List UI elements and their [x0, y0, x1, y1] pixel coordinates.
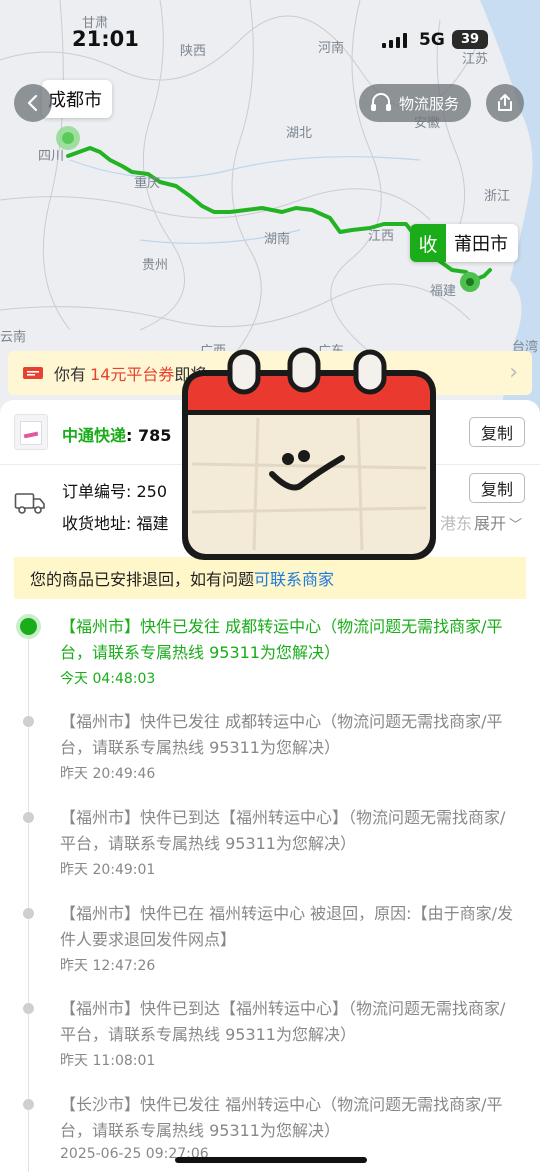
map-label-zhejiang: 浙江: [484, 189, 511, 204]
home-indicator: [175, 1157, 367, 1163]
destination-city-label: 莆田市: [454, 234, 508, 255]
coupon-amount: 14元平台券: [90, 365, 175, 384]
map-label-hunan: 湖南: [264, 232, 291, 247]
courier-name: 中通快递: [62, 426, 127, 445]
timeline-dot: [23, 1099, 34, 1110]
calendar-sticker-icon: [182, 347, 436, 560]
event-description: 【福州市】快件已发往 成都转运中心（物流问题无需找商家/平台，请联系专属热线 9…: [60, 617, 503, 662]
map-label-yunnan: 云南: [0, 330, 27, 345]
event-time: 昨天 20:49:46: [60, 766, 156, 782]
back-button[interactable]: [14, 84, 52, 122]
map-label-guizhou: 贵州: [142, 258, 169, 273]
timeline-event: 【福州市】快件已发往 成都转运中心（物流问题无需找商家/平台，请联系专属热线 9…: [60, 614, 520, 688]
timeline-event: 【福州市】快件已在 福州转运中心 被退回，原因:【由于商家/发件人要求退回发件网…: [60, 901, 520, 975]
share-button[interactable]: [486, 84, 524, 122]
timeline-dot-current: [20, 618, 37, 635]
truck-icon: [14, 493, 45, 514]
shipping-address: 收货地址: 福建: [62, 514, 169, 533]
tracking-number: : 785: [126, 426, 172, 445]
event-description: 【长沙市】快件已发往 福州转运中心（物流问题无需找商家/平台，请联系专属热线 9…: [60, 1095, 503, 1140]
map-label-fujian: 福建: [430, 284, 457, 299]
timeline-event: 【长沙市】快件已发往 福州转运中心（物流问题无需找商家/平台，请联系专属热线 9…: [60, 1092, 520, 1162]
timeline-event: 【福州市】快件已到达【福州转运中心】（物流问题无需找商家/平台，请联系专属热线 …: [60, 805, 520, 879]
logistics-service-button[interactable]: 物流服务: [359, 84, 471, 122]
destination-city-tag: 收 莆田市: [410, 224, 518, 262]
address-tail: 港东: [440, 514, 473, 533]
event-time: 昨天 11:08:01: [60, 1053, 156, 1069]
contact-seller-link[interactable]: 可联系商家: [254, 566, 334, 590]
expand-label: 展开: [474, 514, 507, 533]
map-label-shaanxi: 陕西: [180, 44, 207, 59]
event-time: 昨天 12:47:26: [60, 958, 156, 974]
notice-text: 您的商品已安排退回，如有问题: [30, 570, 255, 589]
timeline-line: [28, 632, 29, 1172]
logistics-service-label: 物流服务: [399, 94, 460, 113]
share-icon: [498, 94, 512, 111]
event-description: 【福州市】快件已到达【福州转运中心】（物流问题无需找商家/平台，请联系专属热线 …: [60, 999, 506, 1044]
event-time: 昨天 20:49:01: [60, 862, 156, 878]
map-label-hubei: 湖北: [286, 126, 313, 141]
timeline-dot: [23, 812, 34, 823]
map-label-henan: 河南: [318, 41, 345, 56]
origin-city-label: 成都市: [48, 90, 102, 111]
status-time: 21:01: [72, 27, 139, 51]
copy-tracking-button[interactable]: 复制: [469, 417, 525, 447]
event-description: 【福州市】快件已到达【福州转运中心】（物流问题无需找商家/平台，请联系专属热线 …: [60, 808, 506, 853]
expand-address-button[interactable]: 展开 ﹀: [474, 510, 522, 534]
event-time: 今天 04:48:03: [60, 671, 156, 687]
timeline-event: 【福州市】快件已到达【福州转运中心】（物流问题无需找商家/平台，请联系专属热线 …: [60, 996, 520, 1070]
event-description: 【福州市】快件已发往 成都转运中心（物流问题无需找商家/平台，请联系专属热线 9…: [60, 712, 503, 757]
courier-info: 中通快递: 785: [62, 422, 171, 446]
timeline-dot: [23, 908, 34, 919]
chevron-down-icon: ﹀: [509, 518, 523, 533]
battery-level: 39: [460, 32, 480, 47]
copy-order-button[interactable]: 复制: [469, 473, 525, 503]
signal-icon: [382, 32, 410, 48]
origin-city-tag: 成都市: [42, 80, 112, 118]
back-arrow-icon: [27, 94, 38, 112]
event-description: 【福州市】快件已在 福州转运中心 被退回，原因:【由于商家/发件人要求退回发件网…: [60, 904, 513, 949]
receive-badge: 收: [410, 224, 446, 262]
coupon-arrow-icon: ›: [509, 360, 518, 385]
map-label-chongqing: 重庆: [134, 176, 161, 191]
order-number: 订单编号: 250: [62, 482, 168, 501]
coupon-prefix: 你有: [54, 365, 87, 384]
product-thumbnail: [14, 414, 48, 450]
map-label-sichuan: 四川: [38, 149, 65, 164]
headset-icon: [371, 93, 391, 111]
timeline-event: 【福州市】快件已发往 成都转运中心（物流问题无需找商家/平台，请联系专属热线 9…: [60, 709, 520, 783]
network-type: 5G: [419, 30, 445, 50]
timeline-dot: [23, 716, 34, 727]
map-label-jiangxi: 江西: [368, 229, 395, 244]
map-label-jiangsu: 江苏: [462, 52, 489, 67]
timeline-dot: [23, 1003, 34, 1014]
ticket-icon: [23, 367, 43, 379]
battery-icon: 39: [452, 30, 488, 49]
